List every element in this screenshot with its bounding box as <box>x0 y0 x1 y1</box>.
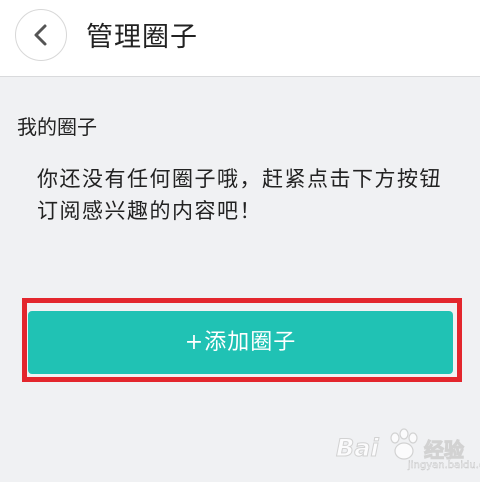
app-screen: 管理圈子 我的圈子 你还没有任何圈子哦，赶紧点击下方按钮订阅感兴趣的内容吧！ +… <box>0 0 480 482</box>
back-button[interactable] <box>15 9 67 61</box>
paw-icon <box>390 428 418 460</box>
header-bar: 管理圈子 <box>0 0 480 77</box>
watermark-url: jingyan.baidu.com <box>408 460 480 471</box>
empty-state-message: 你还没有任何圈子哦，赶紧点击下方按钮订阅感兴趣的内容吧！ <box>37 167 442 223</box>
watermark-brand: Bai <box>336 434 380 463</box>
add-circle-button[interactable]: +添加圈子 <box>28 311 453 374</box>
page-title: 管理圈子 <box>86 22 198 53</box>
watermark-brand-cn: 经验 <box>424 438 465 463</box>
chevron-left-icon <box>34 24 47 46</box>
section-title: 我的圈子 <box>17 115 97 139</box>
baidu-watermark: Bai 经验 jingyan.baidu.com <box>336 426 480 476</box>
